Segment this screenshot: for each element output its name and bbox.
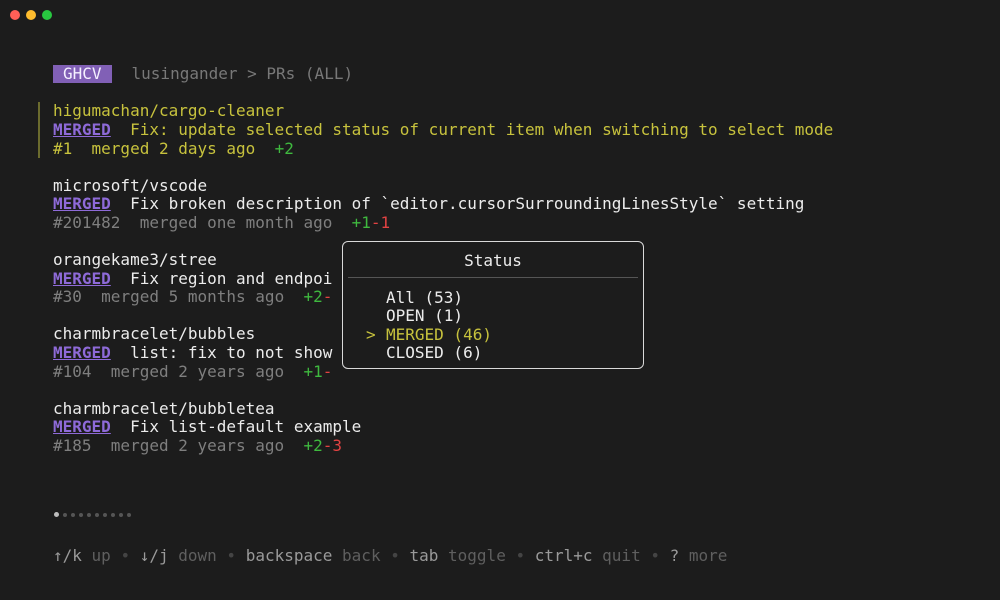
pr-merged-time: merged 5 months ago	[101, 287, 285, 306]
pr-repo[interactable]: higumachan/cargo-cleaner	[53, 102, 284, 120]
pr-additions: +1	[351, 213, 371, 232]
breadcrumb: lusingander > PRs (ALL)	[131, 64, 354, 83]
page-dot	[54, 512, 59, 517]
close-window-button[interactable]	[10, 10, 20, 20]
pr-title: Fix region and endpoi	[130, 269, 333, 288]
pr-meta: #104 merged 2 years ago +1-	[53, 363, 332, 381]
help-separator: •	[110, 546, 140, 565]
pr-meta: #30 merged 5 months ago +2-	[53, 288, 332, 306]
pr-meta: #185 merged 2 years ago +2-3	[53, 437, 342, 455]
page-dot	[79, 512, 83, 517]
pr-repo[interactable]: charmbracelet/bubbletea	[53, 400, 275, 418]
pr-number: #185	[53, 436, 92, 455]
help-separator: •	[380, 546, 410, 565]
help-key: tab	[409, 546, 439, 565]
pr-additions: +2	[303, 287, 323, 306]
status-option-label: MERGED (46)	[386, 325, 492, 344]
page-dot	[71, 512, 75, 517]
popup-divider	[348, 277, 638, 278]
pr-repo[interactable]: charmbracelet/bubbles	[53, 325, 255, 343]
window-controls	[10, 10, 52, 20]
status-option-open[interactable]: OPEN (1)	[386, 307, 463, 325]
help-action: down	[168, 546, 217, 565]
help-action: up	[81, 546, 111, 565]
header: GHCV lusingander > PRs (ALL)	[53, 65, 353, 83]
page-dot	[87, 512, 91, 517]
page-dot	[127, 512, 131, 517]
status-badge: MERGED	[53, 417, 111, 436]
page-dot	[111, 512, 115, 517]
pr-title-line[interactable]: MERGED Fix broken description of `editor…	[53, 195, 804, 213]
pr-meta: #1 merged 2 days ago +2	[53, 140, 294, 158]
pr-title: Fix: update selected status of current i…	[130, 120, 834, 139]
help-key: backspace	[245, 546, 333, 565]
help-separator: •	[640, 546, 670, 565]
help-action: quit	[592, 546, 641, 565]
pr-title: list: fix to not show	[130, 343, 333, 362]
status-badge: MERGED	[53, 194, 111, 213]
pr-deletions: -	[322, 362, 333, 381]
status-option-closed[interactable]: CLOSED (6)	[386, 344, 482, 362]
help-key: ↓/j	[139, 546, 169, 565]
pr-additions: +1	[303, 362, 323, 381]
pr-additions: +2	[274, 139, 294, 158]
page-dot	[95, 512, 99, 517]
pr-deletions: -3	[322, 436, 342, 455]
page-dot	[103, 512, 107, 517]
status-badge: MERGED	[53, 343, 111, 362]
pr-meta: #201482 merged one month ago +1-1	[53, 214, 390, 232]
status-badge: MERGED	[53, 269, 111, 288]
status-option-all[interactable]: All (53)	[386, 289, 463, 307]
help-action: toggle	[438, 546, 506, 565]
pr-merged-time: merged one month ago	[139, 213, 333, 232]
help-bar: ↑/k up • ↓/j down • backspace back • tab…	[53, 547, 727, 565]
status-option-merged[interactable]: > MERGED (46)	[366, 325, 492, 344]
help-key: ?	[669, 546, 680, 565]
pagination-dots	[54, 512, 131, 517]
selection-cursor: >	[366, 325, 376, 344]
pr-number: #30	[53, 287, 82, 306]
maximize-window-button[interactable]	[42, 10, 52, 20]
pr-title-line[interactable]: MERGED Fix region and endpoi	[53, 270, 332, 288]
status-filter-popup: Status All (53) OPEN (1) > MERGED (46) CL…	[342, 241, 644, 369]
pr-title: Fix list-default example	[130, 417, 362, 436]
pr-number: #104	[53, 362, 92, 381]
pr-merged-time: merged 2 days ago	[91, 139, 256, 158]
pr-number: #201482	[53, 213, 121, 232]
pr-merged-time: merged 2 years ago	[110, 436, 285, 455]
help-key: ctrl+c	[534, 546, 593, 565]
status-badge: MERGED	[53, 120, 111, 139]
help-separator: •	[216, 546, 246, 565]
pr-title-line[interactable]: MERGED Fix list-default example	[53, 418, 361, 436]
pr-title-line[interactable]: MERGED Fix: update selected status of cu…	[53, 121, 833, 139]
pr-deletions: -1	[370, 213, 391, 232]
pr-additions: +2	[303, 436, 323, 455]
help-separator: •	[505, 546, 535, 565]
minimize-window-button[interactable]	[26, 10, 36, 20]
pr-merged-time: merged 2 years ago	[110, 362, 285, 381]
popup-title: Status	[464, 251, 522, 270]
page-dot	[63, 512, 67, 517]
pr-repo[interactable]: orangekame3/stree	[53, 251, 217, 269]
help-action: more	[679, 546, 728, 565]
help-key: ↑/k	[53, 546, 82, 565]
pr-title-line[interactable]: MERGED list: fix to not show	[53, 344, 332, 362]
selection-indicator	[38, 102, 40, 158]
pr-title: Fix broken description of `editor.cursor…	[130, 194, 805, 213]
page-dot	[119, 512, 123, 517]
help-action: back	[332, 546, 381, 565]
pr-repo[interactable]: microsoft/vscode	[53, 177, 207, 195]
app-badge: GHCV	[53, 65, 112, 83]
pr-number: #1	[53, 139, 73, 158]
pr-deletions: -	[322, 287, 333, 306]
